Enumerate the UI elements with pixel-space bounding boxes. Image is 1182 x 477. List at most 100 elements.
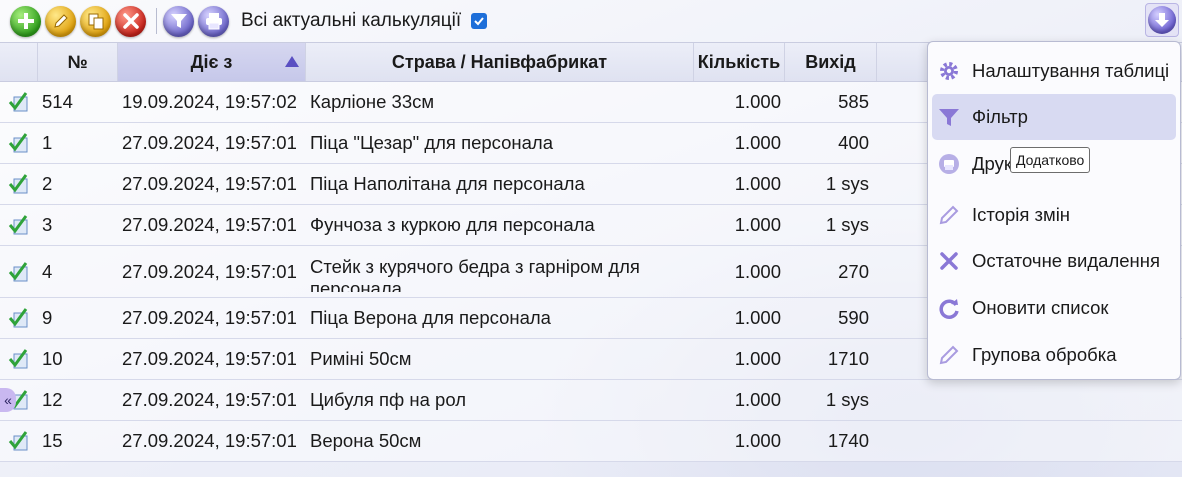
approved-doc-icon bbox=[8, 92, 28, 112]
row-num: 12 bbox=[42, 389, 63, 410]
pencil-icon bbox=[53, 14, 68, 28]
approved-doc-icon bbox=[8, 349, 28, 369]
row-qty: 1.000 bbox=[734, 260, 781, 282]
menu-item-refresh[interactable]: Оновити список bbox=[932, 285, 1176, 331]
row-out: 1 sys bbox=[825, 173, 869, 194]
table-row[interactable]: 15 27.09.2024, 19:57:01 Верона 50см 1.00… bbox=[0, 421, 1182, 462]
menu-item-label: Остаточне видалення bbox=[972, 250, 1160, 271]
more-tooltip: Додатково bbox=[1010, 147, 1091, 173]
sort-ascending-icon bbox=[285, 56, 299, 67]
row-date: 27.09.2024, 19:57:01 bbox=[122, 430, 297, 451]
row-name: Цибуля пф на рол bbox=[310, 389, 466, 410]
row-date: 27.09.2024, 19:57:01 bbox=[122, 260, 297, 282]
row-out: 1 sys bbox=[825, 214, 869, 235]
actual-checkbox[interactable] bbox=[471, 13, 488, 29]
menu-item-label: Історія змін bbox=[972, 204, 1071, 225]
row-date: 27.09.2024, 19:57:01 bbox=[122, 132, 297, 153]
delete-button[interactable] bbox=[115, 5, 146, 37]
add-button[interactable] bbox=[10, 5, 41, 37]
approved-doc-icon bbox=[8, 133, 28, 153]
copy-icon bbox=[88, 13, 103, 30]
print-button[interactable] bbox=[198, 5, 229, 37]
row-num: 514 bbox=[42, 91, 73, 112]
row-num: 9 bbox=[42, 307, 53, 328]
header-num[interactable]: № bbox=[38, 43, 118, 81]
arrow-down-icon bbox=[1155, 13, 1169, 27]
more-button[interactable] bbox=[1145, 3, 1179, 37]
row-num: 3 bbox=[42, 214, 53, 235]
menu-item-filter[interactable]: Фільтр bbox=[932, 94, 1176, 140]
row-out: 270 bbox=[838, 260, 869, 282]
row-num: 4 bbox=[42, 260, 53, 282]
row-name: Піца Наполітана для персонала bbox=[310, 173, 585, 194]
row-qty: 1.000 bbox=[734, 91, 781, 112]
page-title: Всі актуальні калькуляції bbox=[241, 10, 462, 31]
row-qty: 1.000 bbox=[734, 348, 781, 369]
menu-item-label: Групова обробка bbox=[972, 344, 1117, 365]
row-out: 1 sys bbox=[825, 389, 869, 410]
menu-item-batch-processing[interactable]: Групова обробка bbox=[932, 332, 1176, 378]
row-name: Карліоне 33см bbox=[310, 91, 435, 112]
copy-button[interactable] bbox=[80, 5, 111, 37]
printer-icon bbox=[205, 13, 222, 30]
approved-doc-icon bbox=[8, 215, 28, 235]
checkmark-icon bbox=[474, 17, 484, 26]
row-qty: 1.000 bbox=[734, 173, 781, 194]
approved-doc-icon bbox=[8, 174, 28, 194]
printer-icon bbox=[936, 151, 962, 177]
header-icon-col bbox=[0, 43, 38, 81]
row-name: Піца "Цезар" для персонала bbox=[310, 132, 554, 153]
header-date[interactable]: Діє з bbox=[118, 43, 306, 81]
row-num: 10 bbox=[42, 348, 63, 369]
row-qty: 1.000 bbox=[734, 132, 781, 153]
row-name: Піца Верона для персонала bbox=[310, 307, 551, 328]
row-date: 27.09.2024, 19:57:01 bbox=[122, 173, 297, 194]
row-num: 1 bbox=[42, 132, 53, 153]
row-date: 27.09.2024, 19:57:01 bbox=[122, 389, 297, 410]
row-out: 585 bbox=[838, 91, 869, 112]
filter-icon bbox=[936, 104, 962, 130]
filter-icon bbox=[170, 14, 187, 28]
menu-item-label: Оновити список bbox=[972, 297, 1109, 318]
header-out[interactable]: Вихід bbox=[785, 43, 877, 81]
sidebar-toggle[interactable]: « bbox=[0, 388, 16, 412]
approved-doc-icon bbox=[8, 261, 28, 281]
approved-doc-icon bbox=[8, 308, 28, 328]
row-name: Фунчоза з куркою для персонала bbox=[310, 214, 595, 235]
row-name: Верона 50см bbox=[310, 430, 422, 451]
pencil-icon bbox=[936, 342, 962, 368]
menu-item-label: Налаштування таблиці bbox=[972, 60, 1170, 81]
menu-item-label: Друк bbox=[972, 153, 1012, 174]
gear-icon bbox=[936, 58, 962, 84]
row-date: 27.09.2024, 19:57:01 bbox=[122, 348, 297, 369]
row-out: 1740 bbox=[827, 430, 869, 451]
row-qty: 1.000 bbox=[734, 307, 781, 328]
table-row[interactable]: 12 27.09.2024, 19:57:01 Цибуля пф на рол… bbox=[0, 380, 1182, 421]
edit-button[interactable] bbox=[45, 5, 76, 37]
header-qty[interactable]: Кількість bbox=[694, 43, 785, 81]
row-qty: 1.000 bbox=[734, 430, 781, 451]
row-date: 27.09.2024, 19:57:01 bbox=[122, 214, 297, 235]
row-out: 400 bbox=[838, 132, 869, 153]
row-num: 2 bbox=[42, 173, 53, 194]
pencil-icon bbox=[936, 202, 962, 228]
header-date-label: Діє з bbox=[190, 51, 233, 72]
row-name: Стейк з курячого бедра з гарніром для пе… bbox=[310, 255, 640, 292]
refresh-icon bbox=[936, 295, 962, 321]
delete-icon bbox=[936, 248, 962, 274]
menu-item-history[interactable]: Історія змін bbox=[932, 192, 1176, 238]
header-name[interactable]: Страва / Напівфабрикат bbox=[306, 43, 694, 81]
toolbar: Всі актуальні калькуляції bbox=[0, 0, 1182, 42]
row-qty: 1.000 bbox=[734, 389, 781, 410]
row-out: 590 bbox=[838, 307, 869, 328]
menu-item-permanent-delete[interactable]: Остаточне видалення bbox=[932, 238, 1176, 284]
menu-item-table-settings[interactable]: Налаштування таблиці bbox=[932, 48, 1176, 94]
row-name: Риміні 50см bbox=[310, 348, 412, 369]
row-date: 19.09.2024, 19:57:02 bbox=[122, 91, 297, 112]
approved-doc-icon bbox=[8, 431, 28, 451]
row-date: 27.09.2024, 19:57:01 bbox=[122, 307, 297, 328]
row-num: 15 bbox=[42, 430, 63, 451]
filter-button[interactable] bbox=[163, 5, 194, 37]
row-out: 1710 bbox=[827, 348, 869, 369]
menu-item-label: Фільтр bbox=[972, 106, 1028, 127]
